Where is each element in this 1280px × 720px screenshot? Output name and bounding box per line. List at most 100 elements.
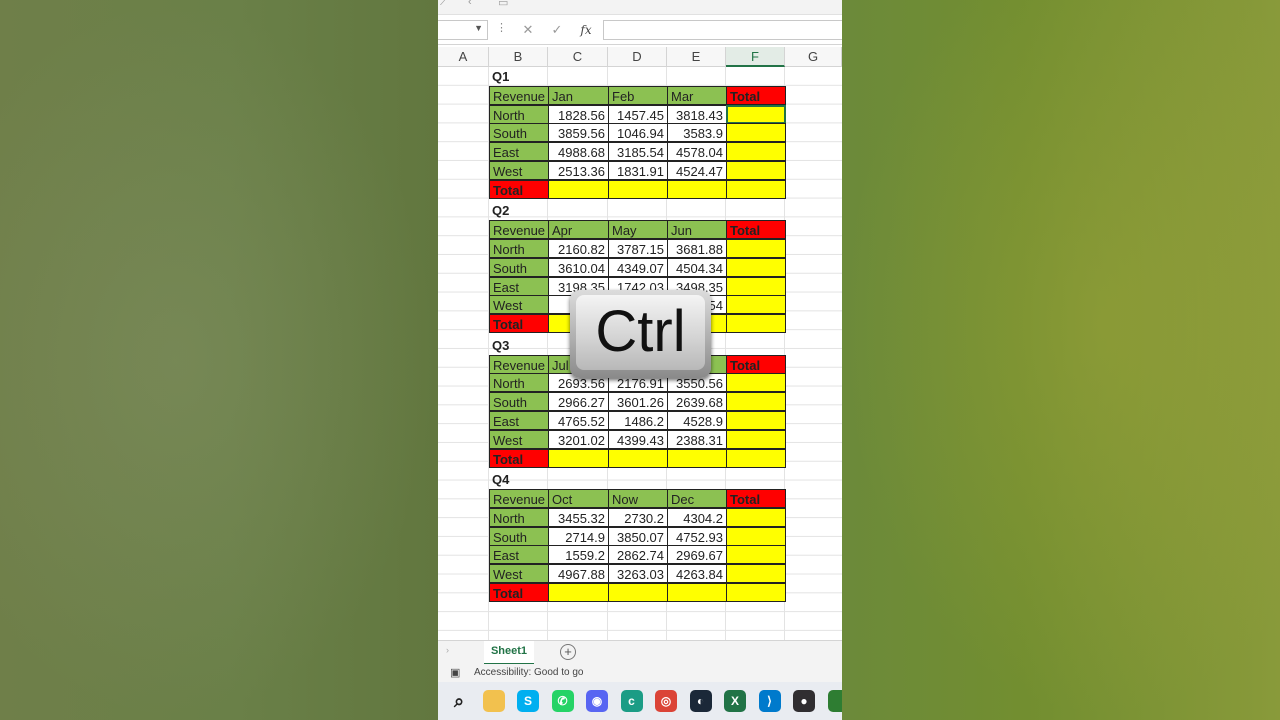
total-cell[interactable] [726, 429, 786, 449]
total-cell[interactable] [726, 276, 786, 296]
column-header-g[interactable]: G [785, 47, 842, 67]
quarter-label[interactable]: Q1 [492, 69, 509, 84]
column-header-a[interactable]: A [438, 47, 489, 67]
value-cell[interactable]: 3859.56 [548, 123, 609, 143]
value-cell[interactable]: 4349.07 [608, 257, 668, 277]
vscode-icon[interactable]: ⟩ [758, 690, 781, 712]
value-cell[interactable]: 3455.32 [548, 507, 609, 527]
region-cell[interactable]: West [489, 564, 549, 584]
value-cell[interactable]: 4304.2 [667, 507, 727, 527]
value-cell[interactable]: 3610.04 [548, 257, 609, 277]
value-cell[interactable]: 4399.43 [608, 429, 668, 449]
value-cell[interactable]: 2862.74 [608, 545, 668, 565]
total-cell[interactable] [726, 411, 786, 431]
header-cell[interactable]: Total [726, 489, 786, 509]
chevron-down-icon[interactable]: ▼ [474, 23, 483, 33]
header-cell[interactable]: Revenue [489, 489, 549, 509]
header-cell[interactable]: Total [726, 220, 786, 240]
value-cell[interactable]: 2388.31 [667, 429, 727, 449]
total-cell[interactable] [726, 526, 786, 546]
undo-icon[interactable]: ‹ [468, 0, 472, 8]
value-cell[interactable]: 2969.67 [667, 545, 727, 565]
value-cell[interactable]: 2730.2 [608, 507, 668, 527]
region-cell[interactable]: South [489, 257, 549, 277]
total-cell[interactable] [726, 564, 786, 584]
total-row-label[interactable]: Total [489, 448, 549, 468]
value-cell[interactable]: 1828.56 [548, 104, 609, 124]
value-cell[interactable]: 3601.26 [608, 392, 668, 412]
value-cell[interactable]: 3185.54 [608, 142, 668, 162]
header-cell[interactable]: Jan [548, 85, 609, 105]
total-cell[interactable] [726, 104, 786, 124]
header-cell[interactable]: Dec [667, 489, 727, 509]
total-cell[interactable] [726, 314, 786, 334]
quarter-label[interactable]: Q2 [492, 203, 509, 218]
header-cell[interactable]: Revenue [489, 354, 549, 374]
total-cell[interactable] [726, 507, 786, 527]
header-cell[interactable]: Mar [667, 85, 727, 105]
quarter-label[interactable]: Q3 [492, 338, 509, 353]
total-cell[interactable] [726, 583, 786, 603]
value-cell[interactable]: 4528.9 [667, 411, 727, 431]
region-cell[interactable]: West [489, 295, 549, 315]
total-cell[interactable] [608, 583, 668, 603]
quarter-label[interactable]: Q4 [492, 472, 509, 487]
header-cell[interactable]: Now [608, 489, 668, 509]
total-cell[interactable] [726, 179, 786, 199]
value-cell[interactable]: 1559.2 [548, 545, 609, 565]
region-cell[interactable]: North [489, 507, 549, 527]
column-header-c[interactable]: C [548, 47, 608, 67]
enter-icon[interactable]: ✓ [546, 20, 568, 40]
total-cell[interactable] [667, 583, 727, 603]
header-cell[interactable]: Revenue [489, 220, 549, 240]
region-cell[interactable]: South [489, 526, 549, 546]
back-arrow-icon[interactable]: ⟋ [440, 0, 448, 9]
app-icon[interactable] [827, 690, 842, 712]
total-cell[interactable] [726, 392, 786, 412]
insert-function-button[interactable]: fx [575, 20, 597, 40]
search-icon[interactable]: ⌕ [448, 690, 470, 712]
value-cell[interactable]: 4765.52 [548, 411, 609, 431]
value-cell[interactable]: 3263.03 [608, 564, 668, 584]
name-box[interactable]: ▼ [438, 20, 488, 40]
total-cell[interactable] [548, 179, 609, 199]
value-cell[interactable]: 1486.2 [608, 411, 668, 431]
total-row-label[interactable]: Total [489, 179, 549, 199]
total-row-label[interactable]: Total [489, 583, 549, 603]
total-cell[interactable] [726, 161, 786, 180]
column-header-b[interactable]: B [489, 47, 548, 67]
header-cell[interactable]: May [608, 220, 668, 240]
value-cell[interactable]: 3787.15 [608, 239, 668, 259]
region-cell[interactable]: West [489, 429, 549, 449]
total-cell[interactable] [726, 295, 786, 315]
total-cell[interactable] [726, 239, 786, 259]
total-cell[interactable] [667, 179, 727, 199]
cancel-icon[interactable]: ✕ [517, 20, 539, 40]
value-cell[interactable]: 3818.43 [667, 104, 727, 124]
header-cell[interactable]: Total [726, 85, 786, 105]
value-cell[interactable]: 1457.45 [608, 104, 668, 124]
value-cell[interactable]: 2966.27 [548, 392, 609, 412]
save-icon[interactable]: ▭ [498, 0, 508, 9]
header-cell[interactable]: Total [726, 354, 786, 374]
header-cell[interactable]: Jun [667, 220, 727, 240]
value-cell[interactable]: 4524.47 [667, 161, 727, 180]
skype-icon[interactable]: S [517, 690, 539, 712]
obs-icon[interactable]: ● [793, 690, 815, 712]
tab-sheet1[interactable]: Sheet1 [484, 641, 534, 666]
value-cell[interactable]: 2714.9 [548, 526, 609, 546]
region-cell[interactable]: West [489, 161, 549, 180]
header-cell[interactable]: Revenue [489, 85, 549, 105]
region-cell[interactable]: North [489, 239, 549, 259]
value-cell[interactable]: 2639.68 [667, 392, 727, 412]
value-cell[interactable]: 4263.84 [667, 564, 727, 584]
region-cell[interactable]: East [489, 142, 549, 162]
value-cell[interactable]: 2513.36 [548, 161, 609, 180]
total-cell[interactable] [667, 448, 727, 468]
region-cell[interactable]: East [489, 411, 549, 431]
discord-icon[interactable]: ◉ [586, 690, 608, 712]
value-cell[interactable]: 3583.9 [667, 123, 727, 143]
value-cell[interactable]: 4578.04 [667, 142, 727, 162]
value-cell[interactable]: 3201.02 [548, 429, 609, 449]
chrome-icon[interactable]: ◎ [655, 690, 677, 712]
